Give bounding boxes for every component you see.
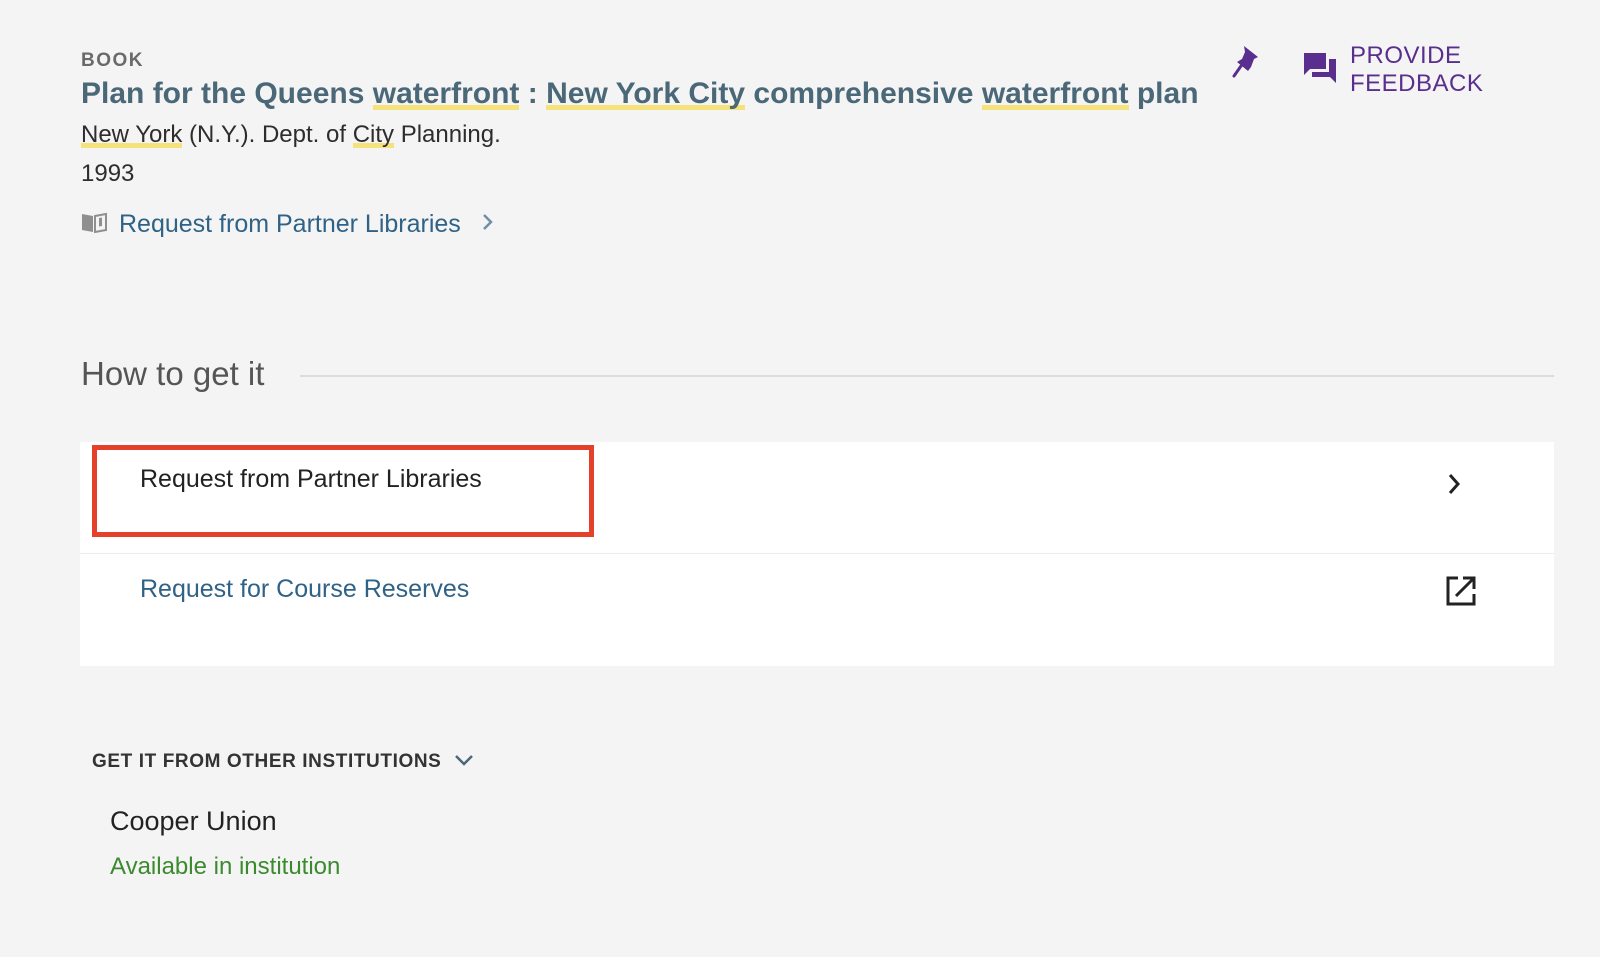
section-title: How to get it: [81, 355, 265, 392]
feedback-label: PROVIDE FEEDBACK: [1350, 42, 1484, 97]
title-part: Plan for the Queens: [81, 77, 373, 110]
record-date: 1993: [81, 160, 135, 187]
institution-name[interactable]: Cooper Union: [110, 806, 277, 837]
open-book-icon: [81, 211, 107, 238]
provide-feedback-button[interactable]: PROVIDE FEEDBACK: [1302, 42, 1600, 98]
record-type: BOOK: [81, 50, 144, 71]
pin-icon[interactable]: [1232, 44, 1260, 83]
option-label: Request for Course Reserves: [140, 575, 470, 603]
other-institutions-heading: GET IT FROM OTHER INSTITUTIONS: [92, 751, 442, 772]
how-to-get-it-header: How to get it: [81, 355, 1554, 393]
record-author[interactable]: New York (N.Y.). Dept. of City Planning.: [81, 121, 501, 149]
option-request-course-reserves[interactable]: Request for Course Reserves: [80, 554, 1554, 665]
author-part: (N.Y.). Dept. of: [182, 121, 353, 148]
chevron-right-icon: [481, 212, 495, 238]
chevron-down-icon: [453, 753, 475, 772]
institution-status: Available in institution: [110, 853, 341, 880]
divider: [300, 375, 1554, 377]
chevron-right-icon: [1444, 470, 1464, 503]
delivery-options-panel: Request from Partner Libraries Request f…: [80, 442, 1554, 666]
chat-bubbles-icon: [1302, 51, 1338, 90]
option-request-partner-libraries[interactable]: Request from Partner Libraries: [80, 442, 1554, 554]
other-institutions-toggle[interactable]: GET IT FROM OTHER INSTITUTIONS: [92, 751, 475, 773]
title-part: :: [519, 77, 547, 110]
record-title[interactable]: Plan for the Queens waterfront : New Yor…: [81, 77, 1199, 111]
title-highlight: waterfront: [981, 77, 1129, 110]
quick-link-request-partner[interactable]: Request from Partner Libraries: [81, 210, 495, 239]
author-highlight: City: [352, 121, 395, 148]
author-part: Planning.: [394, 121, 501, 148]
title-part: plan: [1128, 77, 1199, 110]
title-highlight: waterfront: [372, 77, 520, 110]
title-part: comprehensive: [745, 77, 982, 110]
quick-link-label: Request from Partner Libraries: [119, 210, 461, 238]
external-link-icon: [1444, 574, 1478, 613]
title-highlight: New York City: [546, 77, 746, 110]
author-highlight: New York: [81, 121, 183, 148]
option-label: Request from Partner Libraries: [140, 465, 482, 493]
